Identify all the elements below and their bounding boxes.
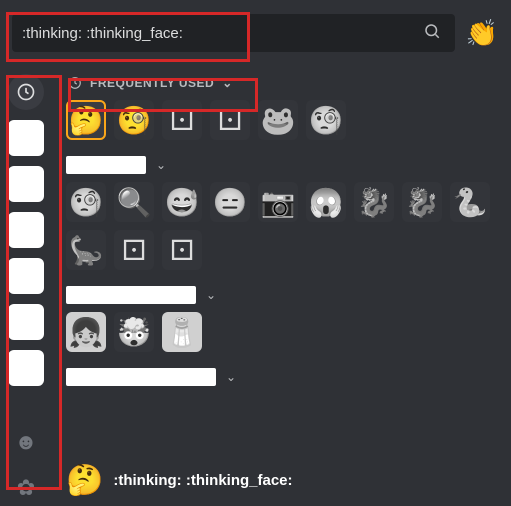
emoji-exploding-head[interactable]: 🤯 bbox=[114, 312, 154, 352]
emoji-salt[interactable]: 🧂 bbox=[162, 312, 202, 352]
emoji-dragon-text[interactable]: 🐉 bbox=[354, 182, 394, 222]
category-server-5[interactable] bbox=[8, 304, 44, 340]
emoji-dragon[interactable]: 🐉 bbox=[402, 182, 442, 222]
server-2-grid: 👧🤯🧂 bbox=[66, 312, 497, 362]
emoji-frog[interactable]: 🐸 bbox=[258, 100, 298, 140]
emoji-face-zoom[interactable]: 🔍 bbox=[114, 182, 154, 222]
emoji-monocle-2[interactable]: 🧐 bbox=[306, 100, 346, 140]
emoji-sweat-smile[interactable]: 😅 bbox=[162, 182, 202, 222]
emoji-avatar[interactable]: 👧 bbox=[66, 312, 106, 352]
server-2-label bbox=[66, 286, 196, 304]
server-1-label bbox=[66, 156, 146, 174]
emoji-d20-c[interactable]: ⚀ bbox=[114, 230, 154, 270]
emoji-preview-bar: 🤔 :thinking: :thinking_face: bbox=[66, 453, 497, 498]
emoji-d20-a[interactable]: ⚀ bbox=[162, 100, 202, 140]
emoji-panel: FREQUENTLY USED ⌄ 🤔🧐⚀⚀🐸🧐 ⌄ 🧐🔍😅😑📷😱🐉🐉🐍🦕⚀⚀ … bbox=[52, 62, 511, 506]
category-people[interactable]: ☻ bbox=[8, 424, 44, 460]
emoji-search-box[interactable] bbox=[12, 14, 455, 52]
preview-emoji: 🤔 bbox=[66, 463, 103, 498]
emoji-d20-b[interactable]: ⚀ bbox=[210, 100, 250, 140]
emoji-neutral[interactable]: 😑 bbox=[210, 182, 250, 222]
emoji-thinking[interactable]: 🤔 bbox=[66, 100, 106, 140]
emoji-search-input[interactable] bbox=[22, 25, 419, 42]
emoji-serpent[interactable]: 🐍 bbox=[450, 182, 490, 222]
clock-icon bbox=[68, 76, 82, 90]
clock-icon bbox=[16, 82, 36, 102]
category-server-2[interactable] bbox=[8, 166, 44, 202]
section-title: FREQUENTLY USED bbox=[90, 76, 214, 90]
category-server-3[interactable] bbox=[8, 212, 44, 248]
category-server-1[interactable] bbox=[8, 120, 44, 156]
category-recent[interactable] bbox=[8, 74, 44, 110]
emoji-scream[interactable]: 😱 bbox=[306, 182, 346, 222]
frequently-used-header[interactable]: FREQUENTLY USED ⌄ bbox=[66, 72, 497, 100]
category-sidebar: ☻ ✿ bbox=[0, 62, 52, 506]
emoji-monocle[interactable]: 🧐 bbox=[66, 182, 106, 222]
search-icon[interactable] bbox=[419, 22, 445, 45]
category-server-4[interactable] bbox=[8, 258, 44, 294]
emoji-d20-d[interactable]: ⚀ bbox=[162, 230, 202, 270]
skin-tone-selector[interactable]: 👏 bbox=[465, 16, 499, 50]
server-2-header[interactable]: ⌄ bbox=[66, 286, 497, 304]
server-1-grid: 🧐🔍😅😑📷😱🐉🐉🐍🦕⚀⚀ bbox=[66, 182, 497, 280]
category-server-6[interactable] bbox=[8, 350, 44, 386]
preview-code: :thinking: :thinking_face: bbox=[113, 472, 292, 489]
chevron-down-icon: ⌄ bbox=[222, 76, 233, 90]
clap-icon: 👏 bbox=[466, 18, 498, 49]
server-3-header[interactable]: ⌄ bbox=[66, 368, 497, 386]
server-1-header[interactable]: ⌄ bbox=[66, 156, 497, 174]
emoji-sauropod[interactable]: 🦕 bbox=[66, 230, 106, 270]
chevron-down-icon: ⌄ bbox=[206, 288, 216, 302]
category-nature[interactable]: ✿ bbox=[8, 470, 44, 506]
frequently-used-grid: 🤔🧐⚀⚀🐸🧐 bbox=[66, 100, 497, 150]
emoji-monocle[interactable]: 🧐 bbox=[114, 100, 154, 140]
chevron-down-icon: ⌄ bbox=[226, 370, 236, 384]
emoji-camera-blur[interactable]: 📷 bbox=[258, 182, 298, 222]
server-3-label bbox=[66, 368, 216, 386]
chevron-down-icon: ⌄ bbox=[156, 158, 166, 172]
